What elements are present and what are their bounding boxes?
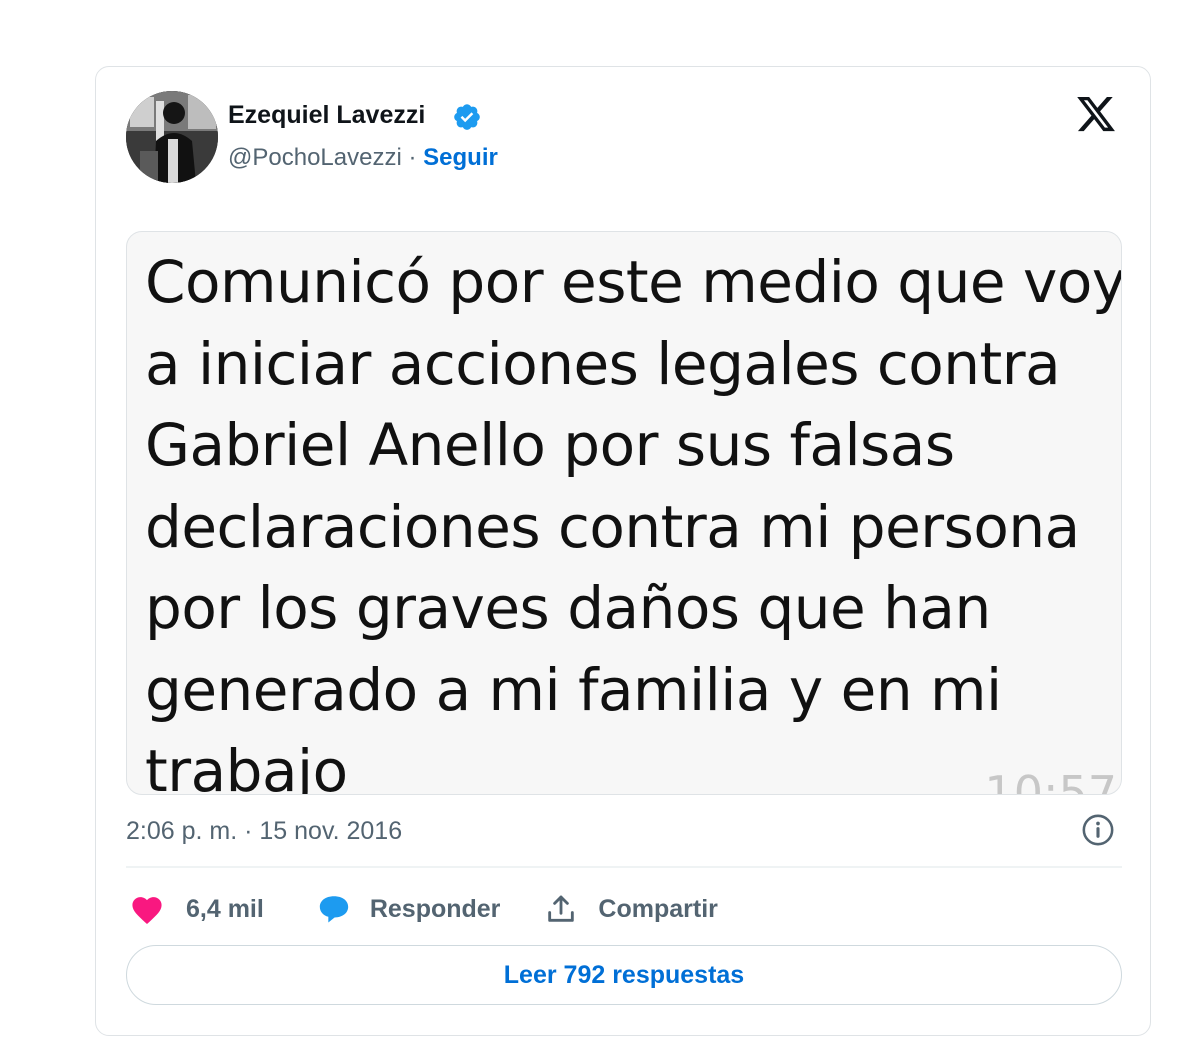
action-bar: 6,4 mil Responder Compartir: [130, 889, 718, 929]
avatar-photo: [126, 91, 218, 183]
share-upload-icon: [548, 895, 575, 922]
speech-bubble-icon: [319, 896, 348, 923]
media-time-partial: 10:57: [984, 766, 1117, 795]
read-replies-label: Leer 792 respuestas: [503, 960, 745, 989]
avatar[interactable]: [126, 91, 218, 183]
embedded-tweet-card: Ezequiel Lavezzi @PochoLavezzi · Seguir …: [95, 66, 1151, 1036]
share-button[interactable]: Compartir: [544, 892, 718, 926]
follow-button[interactable]: Seguir: [423, 144, 498, 171]
divider: [126, 866, 1122, 868]
media-text: Comunicó por este medio que voy a inicia…: [145, 248, 1122, 795]
handle-row: @PochoLavezzi · Seguir: [228, 144, 498, 172]
tweet-media-image[interactable]: Comunicó por este medio que voy a inicia…: [126, 231, 1122, 795]
author-name[interactable]: Ezequiel Lavezzi: [228, 101, 425, 130]
heart-icon: [132, 897, 162, 925]
info-icon[interactable]: [1081, 813, 1115, 847]
x-logo-icon[interactable]: [1075, 93, 1117, 135]
share-label: Compartir: [598, 894, 718, 923]
like-button[interactable]: 6,4 mil: [130, 893, 264, 925]
read-replies-button[interactable]: Leer 792 respuestas: [126, 945, 1122, 1005]
reply-label: Responder: [369, 894, 501, 923]
verified-badge-icon: [454, 104, 480, 130]
reply-button[interactable]: Responder: [316, 892, 501, 926]
tweet-timestamp[interactable]: 2:06 p. m. · 15 nov. 2016: [126, 817, 402, 846]
author-handle[interactable]: @PochoLavezzi: [228, 144, 402, 171]
handle-separator: ·: [408, 144, 417, 171]
like-count: 6,4 mil: [186, 894, 264, 923]
